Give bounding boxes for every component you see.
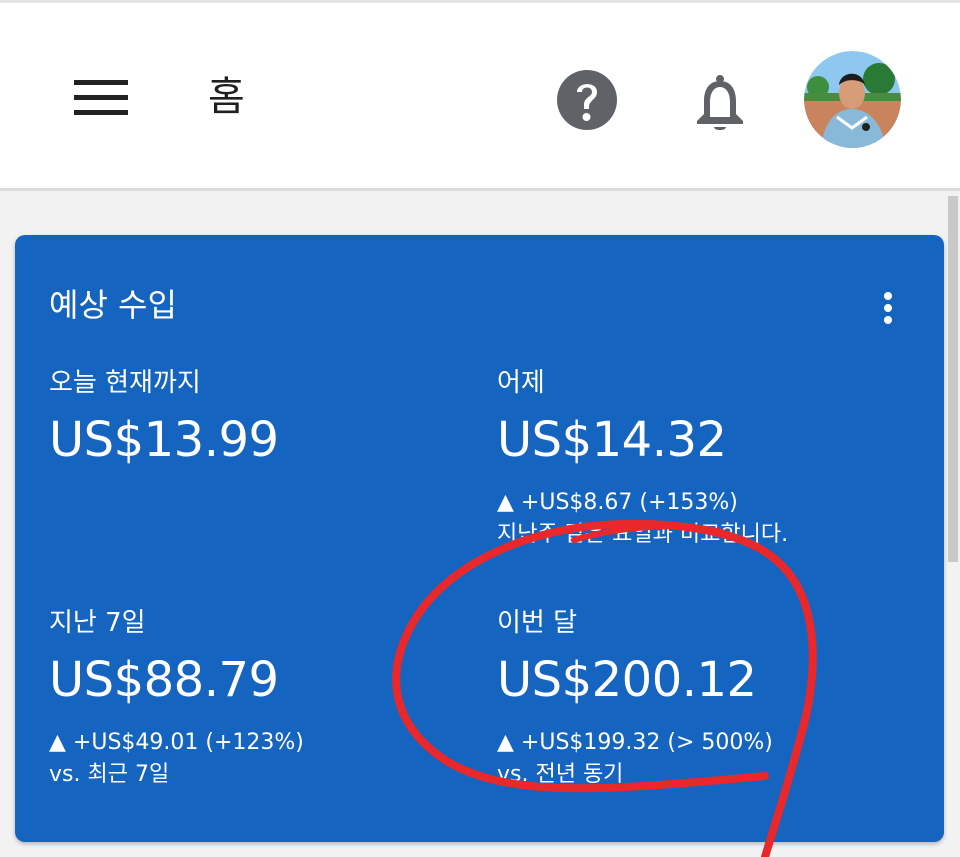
user-avatar[interactable]	[804, 51, 901, 148]
app-screen: 홈 예상 수입 오늘 현재까지 US$13.99 어제 US$14.32 ▲ +…	[0, 0, 960, 857]
bell-icon[interactable]	[690, 71, 750, 133]
metric-value: US$88.79	[49, 652, 279, 708]
metric-label: 지난 7일	[49, 608, 146, 638]
metric-comparison: vs. 최근 7일	[49, 762, 170, 787]
metric-label: 이번 달	[497, 608, 578, 638]
vertical-scrollbar[interactable]	[948, 196, 958, 562]
metric-label: 오늘 현재까지	[49, 368, 201, 398]
help-circle-icon[interactable]	[555, 68, 619, 132]
estimated-earnings-card: 예상 수입 오늘 현재까지 US$13.99 어제 US$14.32 ▲ +US…	[15, 235, 944, 842]
card-title: 예상 수입	[49, 286, 177, 324]
metric-change: ▲ +US$8.67 (+153%)	[497, 490, 738, 515]
metric-value: US$13.99	[49, 412, 279, 468]
metric-change: ▲ +US$199.32 (> 500%)	[497, 730, 773, 755]
metric-value: US$200.12	[497, 652, 757, 708]
page-title: 홈	[208, 74, 245, 120]
hamburger-menu-icon[interactable]	[72, 75, 132, 123]
metric-change: ▲ +US$49.01 (+123%)	[49, 730, 304, 755]
metric-value: US$14.32	[497, 412, 727, 468]
metric-label: 어제	[497, 368, 545, 398]
top-app-bar: 홈	[0, 3, 960, 191]
metric-comparison: vs. 전년 동기	[497, 762, 624, 787]
metric-comparison: 지난주 같은 요일과 비교합니다.	[497, 522, 789, 547]
more-vertical-icon[interactable]	[873, 287, 903, 327]
